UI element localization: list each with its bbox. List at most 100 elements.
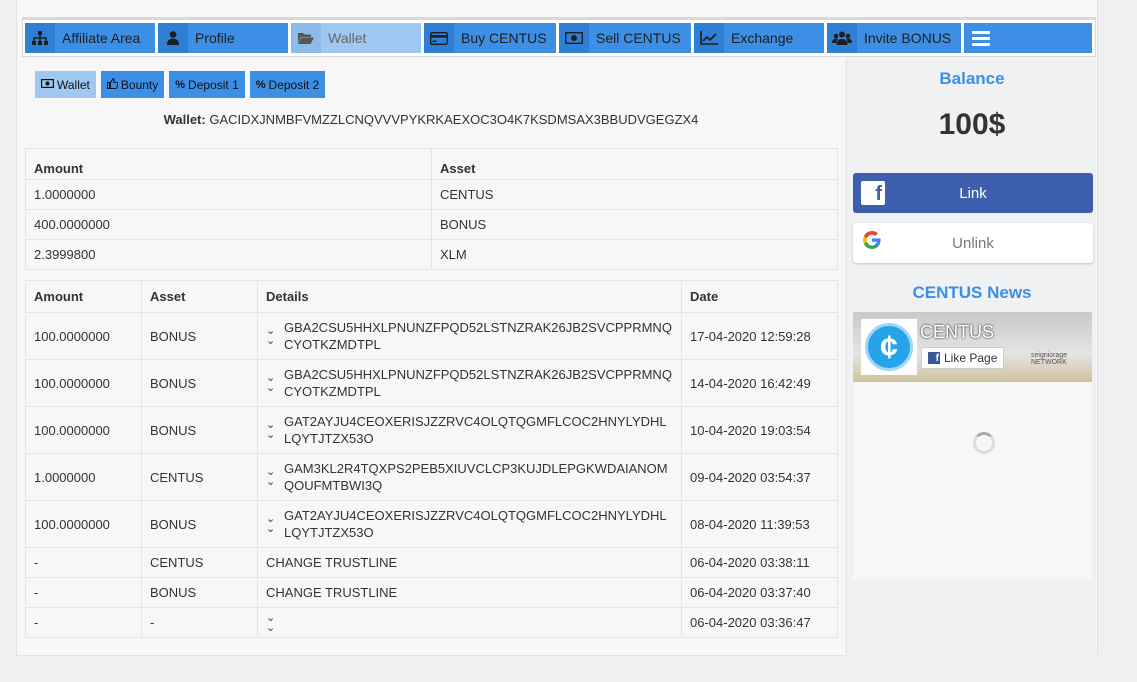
nav-label: Invite BONUS: [864, 30, 952, 46]
details-address[interactable]: GAT2AYJU4CEOXERISJZZRVC4OLQTQGMFLCOC2HNY…: [284, 507, 673, 541]
user-icon: [158, 23, 188, 53]
nav-menu-button[interactable]: [964, 23, 1092, 53]
table-row: 400.0000000 BONUS: [25, 209, 838, 240]
sitemap-icon: [25, 23, 55, 53]
users-icon: [827, 23, 857, 53]
percent-icon: %: [175, 78, 186, 91]
details-cell: ⌄ ⌄ GAT2AYJU4CEOXERISJZZRVC4OLQTQGMFLCOC2H…: [257, 406, 682, 454]
nav-sell-centus[interactable]: Sell CENTUS: [559, 23, 691, 53]
incoming-chevron-icon: ⌄ ⌄: [266, 513, 276, 535]
details-address[interactable]: GAM3KL2R4TQXPS2PEB5XIUVCLCP3KUJDLEPGKWDA…: [284, 460, 673, 494]
nav-buy-centus[interactable]: Buy CENTUS: [424, 23, 556, 53]
table-row: 1.0000000 CENTUS: [25, 179, 838, 210]
date-cell: 10-04-2020 19:03:54: [681, 406, 838, 454]
table-row: 100.0000000 BONUS ⌄ ⌄ GAT2AYJU4CEOXERISJZZ…: [25, 500, 838, 548]
subtab-bounty[interactable]: Bounty: [100, 71, 165, 98]
asset-cell: BONUS: [141, 500, 258, 548]
amount-cell: 1.0000000: [25, 179, 432, 210]
balances-table: Amount Asset 1.0000000 CENTUS 400.000000…: [25, 148, 838, 270]
cover-text-line: NETWORK: [1031, 359, 1067, 366]
facebook-page-widget[interactable]: ¢ CENTUS f Like Page seigniorage NETWORK: [853, 312, 1092, 580]
asset-cell: CENTUS: [431, 179, 838, 210]
table-row: - CENTUS CHANGE TRUSTLINE 06-04-2020 03:…: [25, 547, 838, 578]
table-row: - BONUS CHANGE TRUSTLINE 06-04-2020 03:3…: [25, 577, 838, 608]
date-cell: 14-04-2020 16:42:49: [681, 359, 838, 407]
facebook-link-button[interactable]: f Link: [853, 173, 1093, 213]
centus-logo: ¢: [861, 319, 917, 375]
asset-cell: BONUS: [141, 406, 258, 454]
percent-icon: %: [255, 78, 266, 91]
amount-cell: -: [25, 607, 142, 638]
nav-invite-bonus[interactable]: Invite BONUS: [827, 23, 961, 53]
table-row: 1.0000000 CENTUS ⌄ ⌄ GAM3KL2R4TQXPS2PEB5XI…: [25, 453, 838, 501]
date-cell: 06-04-2020 03:36:47: [681, 607, 838, 638]
facebook-like-page-button[interactable]: f Like Page: [921, 347, 1005, 369]
date-cell: 06-04-2020 03:37:40: [681, 577, 838, 608]
amount-cell: -: [25, 577, 142, 608]
details-cell: ⌄ ⌄ GBA2CSU5HHXLPNUNZFPQD52LSTNZRAK26JB2SV…: [257, 312, 682, 360]
details-cell: ⌄ ⌄ GBA2CSU5HHXLPNUNZFPQD52LSTNZRAK26JB2SV…: [257, 359, 682, 407]
cover-text-line: seigniorage: [1031, 352, 1068, 359]
table-row: 100.0000000 BONUS ⌄ ⌄ GBA2CSU5HHXLPNUNZFPQ…: [25, 312, 838, 360]
asset-cell: XLM: [431, 239, 838, 270]
table-row: - - ⌄ ⌄ 06-04-2020 03:36:47: [25, 607, 838, 638]
date-cell: 06-04-2020 03:38:11: [681, 547, 838, 578]
asset-cell: -: [141, 607, 258, 638]
incoming-chevron-icon: ⌄ ⌄: [266, 325, 276, 347]
balance-value: 100$: [938, 108, 1006, 141]
details-address[interactable]: GBA2CSU5HHXLPNUNZFPQD52LSTNZRAK26JB2SVCP…: [284, 366, 673, 400]
google-unlink-button[interactable]: Unlink: [853, 223, 1093, 263]
asset-cell: BONUS: [141, 577, 258, 608]
cover-text: seigniorage NETWORK: [1031, 352, 1067, 366]
loading-spinner-icon: [973, 432, 995, 454]
date-cell: 09-04-2020 03:54:37: [681, 453, 838, 501]
date-cell: 08-04-2020 11:39:53: [681, 500, 838, 548]
subtab-label: Wallet: [57, 77, 90, 92]
details-cell: ⌄ ⌄ GAT2AYJU4CEOXERISJZZRVC4OLQTQGMFLCOC2H…: [257, 500, 682, 548]
nav-label: Wallet: [328, 30, 367, 46]
credit-card-icon: [424, 23, 454, 53]
incoming-chevron-icon: ⌄ ⌄: [266, 611, 276, 634]
details-cell: CHANGE TRUSTLINE: [257, 577, 682, 608]
column-header: Asset: [431, 148, 838, 180]
nav-exchange[interactable]: Exchange: [694, 23, 824, 53]
amount-cell: 100.0000000: [25, 500, 142, 548]
hamburger-icon: [972, 28, 990, 49]
incoming-chevron-icon: ⌄ ⌄: [266, 372, 276, 394]
nav-label: Exchange: [731, 30, 794, 46]
table-row: 100.0000000 BONUS ⌄ ⌄ GAT2AYJU4CEOXERISJZZ…: [25, 406, 838, 454]
column-header: Amount: [34, 289, 84, 304]
details-cell: ⌄ ⌄ GAM3KL2R4TQXPS2PEB5XIUVCLCP3KUJDLEPGKW…: [257, 453, 682, 501]
asset-cell: BONUS: [141, 359, 258, 407]
google-unlink-label: Unlink: [952, 234, 994, 252]
subtab-wallet[interactable]: Wallet: [35, 71, 96, 98]
details-address[interactable]: GAT2AYJU4CEOXERISJZZRVC4OLQTQGMFLCOC2HNY…: [284, 413, 673, 447]
news-title: CENTUS News: [912, 283, 1032, 302]
transactions-table: Amount Asset Details Date 100.0000000 BO…: [25, 280, 838, 638]
table-header-row: Amount Asset: [26, 148, 838, 180]
subtab-deposit-2[interactable]: % Deposit 2: [249, 71, 326, 98]
facebook-icon: f: [928, 352, 940, 364]
facebook-like-label: Like Page: [944, 351, 998, 365]
wallet-address-label: Wallet:: [163, 112, 206, 127]
wallet-address-line: Wallet: GACIDXJNMBFVMZZLCNQVVVPYKRKAEXOC…: [25, 112, 837, 127]
nav-profile[interactable]: Profile: [158, 23, 288, 53]
details-cell: CHANGE TRUSTLINE: [257, 547, 682, 578]
table-row: 100.0000000 BONUS ⌄ ⌄ GBA2CSU5HHXLPNUNZFPQ…: [25, 359, 838, 407]
asset-cell: BONUS: [431, 209, 838, 240]
details-address[interactable]: GBA2CSU5HHXLPNUNZFPQD52LSTNZRAK26JB2SVCP…: [284, 319, 673, 353]
nav-wallet[interactable]: Wallet: [291, 23, 421, 53]
subtab-label: Bounty: [120, 77, 159, 92]
top-navbar: Affiliate Area Profile Wallet Buy CENTUS…: [22, 17, 1096, 57]
subtab-deposit-1[interactable]: % Deposit 1: [169, 71, 245, 98]
facebook-link-label: Link: [959, 184, 987, 202]
facebook-icon: f: [861, 181, 885, 205]
table-header-row: Amount Asset Details Date: [26, 280, 838, 313]
asset-cell: CENTUS: [141, 547, 258, 578]
table-row: 2.3999800 XLM: [25, 239, 838, 270]
money-icon: [41, 78, 55, 91]
column-header: Amount: [34, 161, 84, 176]
amount-cell: 2.3999800: [25, 239, 432, 270]
nav-affiliate-area[interactable]: Affiliate Area: [25, 23, 155, 53]
asset-cell: CENTUS: [141, 453, 258, 501]
